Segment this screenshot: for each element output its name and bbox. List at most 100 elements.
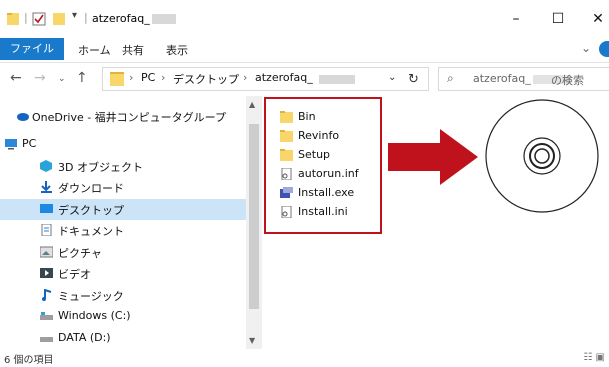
picture-icon: [40, 246, 53, 258]
search-placeholder-prefix: atzerofaq_: [473, 72, 531, 85]
tab-home[interactable]: ホーム: [78, 42, 111, 58]
up-arrow-icon[interactable]: ↑: [76, 70, 88, 86]
title-separator: |: [24, 11, 28, 24]
file-name: autorun.inf: [298, 167, 359, 180]
folder-icon: [110, 72, 124, 86]
nav-item-3d-objects[interactable]: 3D オブジェクト: [0, 156, 246, 177]
installer-icon: [280, 187, 293, 198]
music-icon: [42, 289, 52, 301]
breadcrumb-folder[interactable]: atzerofaq_: [255, 71, 313, 84]
properties-icon[interactable]: [32, 11, 46, 27]
recent-locations-icon[interactable]: ⌄: [58, 74, 66, 84]
tab-share[interactable]: 共有: [122, 42, 144, 58]
nav-item-downloads[interactable]: ダウンロード: [0, 177, 246, 198]
file-item-bin[interactable]: Bin: [280, 109, 380, 127]
nav-label: ミュージック: [58, 290, 124, 303]
drive-icon: [40, 337, 53, 342]
back-arrow-icon[interactable]: ←: [10, 70, 22, 86]
nav-label: 3D オブジェクト: [58, 161, 143, 174]
file-item-autorun[interactable]: autorun.inf: [280, 166, 380, 184]
scrollbar-thumb[interactable]: [249, 124, 259, 309]
drive-icon: [40, 312, 53, 320]
nav-label: デスクトップ: [58, 204, 124, 217]
breadcrumb-pc[interactable]: PC: [141, 71, 155, 84]
file-name: Bin: [298, 110, 316, 123]
tab-file[interactable]: ファイル: [0, 38, 64, 60]
folder-icon: [280, 149, 293, 161]
ribbon-expand-icon[interactable]: ⌄: [581, 41, 591, 55]
highlight-box: Bin Revinfo Setup autorun.inf Install.ex…: [264, 97, 382, 234]
file-item-install-ini[interactable]: Install.ini: [280, 204, 380, 222]
nav-item-videos[interactable]: ビデオ: [0, 263, 246, 284]
search-icon: ⌕: [447, 71, 454, 85]
redacted-text: [152, 14, 176, 24]
address-bar[interactable]: › PC › デスクトップ › atzerofaq_ ⌄ ↻: [102, 67, 429, 91]
nav-pane-scrollbar[interactable]: ▲ ▼: [246, 96, 262, 349]
new-folder-icon[interactable]: [52, 11, 66, 27]
close-button[interactable]: ✕: [588, 10, 608, 28]
nav-label: ダウンロード: [58, 182, 124, 195]
ribbon-tabs: ファイル ホーム 共有 表示 ⌄: [0, 38, 609, 63]
title-separator: |: [84, 11, 88, 24]
title-bar: | ▾ | atzerofaq_ – ☐ ✕: [0, 0, 609, 38]
right-arrow-icon: [388, 129, 478, 185]
desktop-icon: [40, 204, 53, 213]
search-placeholder-suffix: の検索: [551, 74, 584, 87]
breadcrumb-separator: ›: [161, 71, 166, 84]
nav-label: ピクチャ: [58, 247, 102, 260]
quick-access-dropdown-icon[interactable]: ▾: [72, 10, 77, 21]
breadcrumb-separator: ›: [129, 71, 134, 84]
scroll-up-icon[interactable]: ▲: [249, 100, 255, 109]
address-dropdown-icon[interactable]: ⌄: [388, 72, 396, 83]
folder-icon: [7, 13, 19, 25]
help-icon[interactable]: [599, 41, 609, 57]
view-toggle-icons[interactable]: ☷ ▣: [583, 352, 605, 363]
download-icon: [41, 181, 52, 193]
settings-file-icon: [281, 168, 292, 180]
search-box[interactable]: ⌕ atzerofaq_ の検索: [438, 67, 609, 91]
navigation-bar: ← → ⌄ ↑ › PC › デスクトップ › atzerofaq_ ⌄ ↻ ⌕…: [0, 62, 609, 96]
forward-arrow-icon[interactable]: →: [34, 70, 46, 86]
nav-item-pictures[interactable]: ピクチャ: [0, 242, 246, 263]
nav-item-music[interactable]: ミュージック: [0, 285, 246, 306]
file-name: Revinfo: [298, 129, 340, 142]
nav-item-windows-c[interactable]: Windows (C:): [0, 306, 246, 327]
file-name: Install.ini: [298, 205, 348, 218]
nav-item-data-d[interactable]: DATA (D:): [0, 328, 246, 349]
status-bar: 6 個の項目 ☷ ▣: [0, 349, 609, 367]
file-item-install-exe[interactable]: Install.exe: [280, 185, 380, 203]
document-icon: [41, 224, 52, 236]
file-name: Install.exe: [298, 186, 355, 199]
nav-item-onedrive[interactable]: OneDrive - 福井コンピュータグループ: [0, 106, 246, 127]
tab-view[interactable]: 表示: [166, 42, 188, 58]
folder-icon: [280, 111, 293, 123]
video-icon: [40, 268, 53, 278]
nav-item-pc[interactable]: PC: [0, 134, 246, 155]
file-name: Setup: [298, 148, 331, 161]
folder-icon: [280, 130, 293, 142]
file-item-revinfo[interactable]: Revinfo: [280, 128, 380, 146]
breadcrumb-separator: ›: [243, 71, 248, 84]
scroll-down-icon[interactable]: ▼: [249, 336, 255, 345]
nav-label: ビデオ: [58, 268, 91, 281]
cube-icon: [40, 160, 52, 172]
nav-label: DATA (D:): [58, 331, 111, 344]
cloud-icon: [17, 113, 29, 121]
refresh-icon[interactable]: ↻: [408, 72, 419, 87]
nav-item-desktop[interactable]: デスクトップ: [0, 199, 246, 220]
nav-label: Windows (C:): [58, 309, 131, 322]
minimize-button[interactable]: –: [506, 10, 526, 28]
file-item-setup[interactable]: Setup: [280, 147, 380, 165]
nav-label: OneDrive - 福井コンピュータグループ: [32, 111, 227, 124]
item-count: 6 個の項目: [4, 355, 54, 366]
nav-label: PC: [22, 137, 37, 150]
redacted-text: [319, 75, 355, 84]
settings-file-icon: [281, 206, 292, 218]
pc-icon: [5, 139, 17, 150]
maximize-button[interactable]: ☐: [548, 10, 568, 28]
breadcrumb-desktop[interactable]: デスクトップ: [173, 71, 239, 87]
explorer-window: | ▾ | atzerofaq_ – ☐ ✕ ファイル ホーム 共有 表示 ⌄ …: [0, 0, 609, 367]
nav-item-documents[interactable]: ドキュメント: [0, 220, 246, 241]
navigation-pane: OneDrive - 福井コンピュータグループ PC 3D オブジェクト ダウン…: [0, 96, 262, 349]
window-title: atzerofaq_: [92, 12, 150, 25]
